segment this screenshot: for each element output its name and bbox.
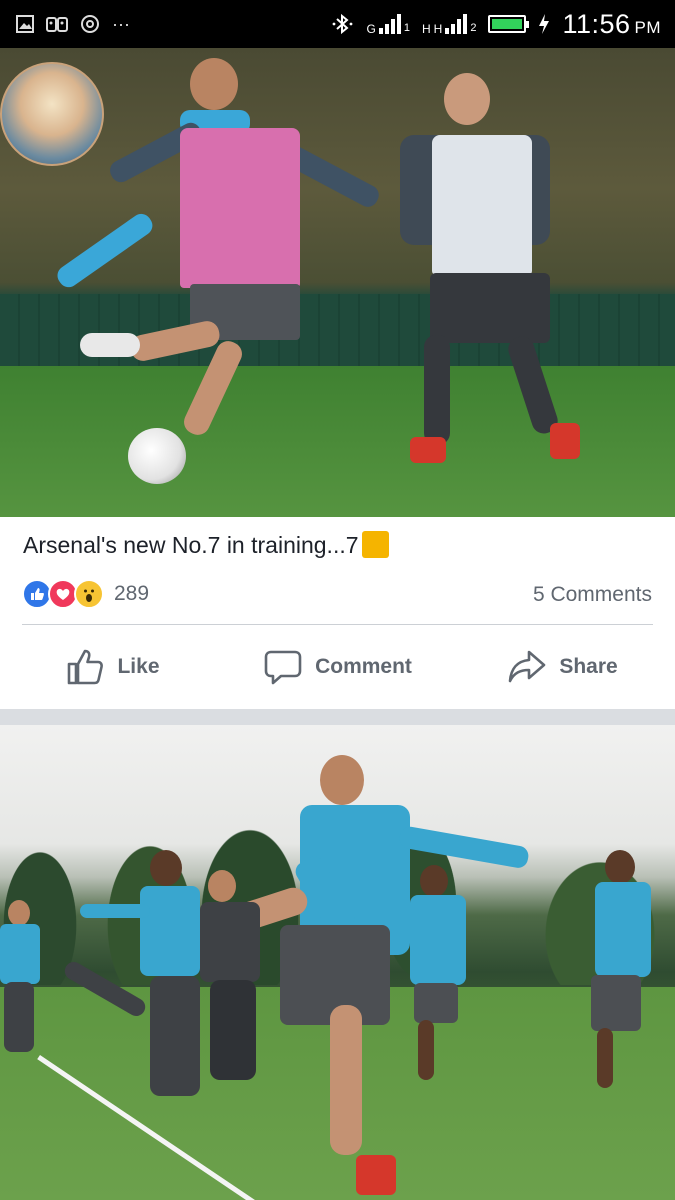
battery-icon xyxy=(488,15,530,33)
battery-fill xyxy=(492,19,523,29)
comment-label: Comment xyxy=(315,655,412,678)
share-button[interactable]: Share xyxy=(450,647,675,687)
status-bar: ··· G 1 H H 2 11:56 PM xyxy=(0,0,675,48)
comments-count-link[interactable]: 5 Comments xyxy=(533,583,652,607)
gallery-icon xyxy=(16,15,34,33)
football xyxy=(128,428,186,484)
share-label: Share xyxy=(559,655,618,678)
sim1-signal: G 1 xyxy=(366,14,410,36)
status-right: G 1 H H 2 11:56 PM xyxy=(331,9,662,40)
post-photo-training-1[interactable] xyxy=(0,48,675,517)
clock-time: 11:56 xyxy=(562,8,631,39)
reactions-summary[interactable]: 289 xyxy=(22,579,149,609)
clock-ampm: PM xyxy=(634,17,661,37)
sim2-label: 2 xyxy=(470,22,477,34)
sim2-signal: H H 2 xyxy=(421,14,477,36)
post-caption: Arsenal's new No.7 in training...7 xyxy=(23,531,389,559)
net-type-2b: H xyxy=(433,22,443,36)
robot-icon xyxy=(46,17,68,32)
charging-icon xyxy=(539,14,550,34)
signal-icon xyxy=(378,14,401,34)
sync-icon xyxy=(81,15,99,33)
reaction-count: 289 xyxy=(114,582,150,605)
signal-icon xyxy=(445,14,468,34)
comment-icon xyxy=(264,650,302,685)
sim1-label: 1 xyxy=(403,22,410,34)
status-left: ··· xyxy=(16,14,130,35)
net-type-2a: H xyxy=(421,22,431,36)
player-white-bib xyxy=(390,73,600,473)
post-caption-text: Arsenal's new No.7 in training...7 xyxy=(23,532,359,558)
like-button[interactable]: Like xyxy=(0,647,225,687)
orange-square-emoji-icon xyxy=(361,531,389,558)
net-type-1: G xyxy=(366,22,376,36)
feed-separator xyxy=(0,709,675,725)
player-right-1 xyxy=(400,865,470,1095)
player-pink-bib xyxy=(40,58,400,439)
player-far-left xyxy=(0,900,45,1060)
comment-button[interactable]: Comment xyxy=(225,647,450,687)
post-card: Arsenal's new No.7 in training...7 289 5… xyxy=(0,517,675,709)
more-icon: ··· xyxy=(112,13,130,34)
clock: 11:56 PM xyxy=(562,9,661,40)
wow-reaction-icon xyxy=(74,579,104,609)
post-actions: Like Comment Share xyxy=(0,637,675,697)
post-photo-training-2[interactable] xyxy=(0,725,675,1200)
thumbs-up-icon xyxy=(68,649,104,685)
bluetooth-icon xyxy=(332,13,352,35)
divider xyxy=(22,624,653,625)
share-arrow-icon xyxy=(509,650,546,683)
like-label: Like xyxy=(117,655,160,678)
player-right-2 xyxy=(575,850,675,1100)
player-left xyxy=(60,850,210,1110)
coach xyxy=(200,870,290,1090)
